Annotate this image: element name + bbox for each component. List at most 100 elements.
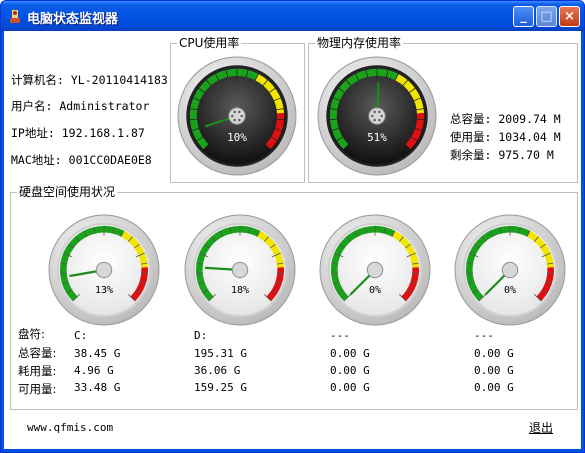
mac-value: 001CC0DAE0E8: [68, 153, 152, 167]
gauge-value-text: 18%: [231, 285, 249, 296]
gauge-value-text: 0%: [369, 285, 381, 296]
close-button[interactable]: ×: [559, 6, 580, 27]
mac-row: MAC地址: 001CC0DAE0E8: [11, 152, 152, 168]
ip-label: IP地址:: [11, 126, 55, 140]
gauge-tick: [331, 272, 338, 274]
drive-free: 33.48 G: [74, 381, 121, 394]
gauge-tick: [412, 272, 419, 274]
gauge-value-text: 13%: [95, 285, 113, 296]
cpu-gauge: 10%: [177, 56, 297, 176]
disk-gauge-c: 13%: [48, 214, 160, 326]
gauge-tick: [189, 118, 198, 121]
gauge-tick: [60, 272, 67, 274]
drive-column-c: C: 38.45 G 4.96 G 33.48 G: [74, 327, 120, 396]
close-icon: ×: [564, 9, 575, 24]
drive-letter: ---: [330, 329, 350, 342]
gauge-tick: [329, 118, 338, 121]
ip-value: 192.168.1.87: [61, 126, 145, 140]
memory-gauge: 51%: [317, 56, 437, 176]
gauge-hub-bolt: [238, 118, 241, 122]
mac-label: MAC地址:: [11, 153, 62, 167]
drive-used: 0.00 G: [474, 364, 514, 377]
user-name-row: 用户名: Administrator: [11, 98, 149, 114]
maximize-icon: □: [540, 9, 553, 24]
drive-total: 195.31 G: [194, 347, 247, 360]
memory-used-row: 使用量: 1034.04 M: [450, 129, 561, 145]
computer-name-label: 计算机名:: [11, 73, 64, 87]
window-title: 电脑状态监视器: [27, 12, 119, 27]
gauge-hub-bolt: [373, 118, 376, 122]
gauge-tick: [196, 272, 203, 274]
memory-used-label: 使用量:: [450, 130, 492, 144]
disk-gauge-3: 0%: [319, 214, 431, 326]
website-link[interactable]: www.qfmis.com: [27, 421, 113, 434]
memory-total-row: 总容量: 2009.74 M: [450, 111, 561, 127]
app-icon: [10, 10, 20, 23]
minimize-button[interactable]: _: [513, 6, 534, 27]
gauge-hub-bolt: [378, 110, 381, 114]
gauge-hub: [95, 261, 113, 279]
drive-letter: C:: [74, 329, 88, 342]
drive-free: 0.00 G: [330, 381, 370, 394]
disk-used-label: 耗用量:: [18, 364, 57, 378]
gauge-hub-bolt: [378, 118, 381, 122]
drive-free: 0.00 G: [474, 381, 514, 394]
gauge-tick: [416, 118, 425, 121]
drive-free: 159.25 G: [194, 381, 247, 394]
minimize-icon: _: [520, 9, 527, 24]
computer-name-row: 计算机名: YL-20110414183: [11, 72, 168, 88]
user-name-value: Administrator: [59, 99, 150, 113]
gauge-hub-bolt: [370, 114, 374, 118]
gauge-tick: [277, 272, 284, 274]
drive-used: 0.00 G: [330, 364, 370, 377]
cpu-group-title: CPU使用率: [177, 36, 242, 50]
memory-free-row: 剩余量: 975.70 M: [450, 147, 554, 163]
user-name-label: 用户名:: [11, 99, 53, 113]
gauge-hub: [366, 261, 384, 279]
gauge-hub-bolt: [233, 118, 236, 122]
drive-column-3: --- 0.00 G 0.00 G 0.00 G: [330, 327, 370, 396]
drive-letter: ---: [474, 329, 494, 342]
gauge-hub-bolt: [230, 114, 234, 118]
memory-free-label: 剩余量:: [450, 148, 492, 162]
drive-letter: D:: [194, 329, 208, 342]
gauge-tick: [547, 272, 554, 274]
gauge-tick: [276, 118, 285, 121]
maximize-button[interactable]: □: [536, 6, 557, 27]
title-bar[interactable]: 电脑状态监视器 _ □ ×: [1, 1, 584, 31]
gauge-tick: [466, 272, 473, 274]
exit-button[interactable]: 退出: [529, 419, 553, 436]
drive-total: 0.00 G: [474, 347, 514, 360]
gauge-value-text: 0%: [504, 285, 516, 296]
memory-total-label: 总容量:: [450, 112, 492, 126]
drive-used: 4.96 G: [74, 364, 114, 377]
drive-used: 36.06 G: [194, 364, 241, 377]
gauge-hub-bolt: [233, 110, 236, 114]
gauge-hub-bolt: [238, 110, 241, 114]
gauge-tick: [141, 272, 148, 274]
drive-column-4: --- 0.00 G 0.00 G 0.00 G: [474, 327, 514, 396]
gauge-hub: [231, 261, 249, 279]
gauge-value-text: 51%: [367, 131, 387, 144]
disk-gauge-4: 0%: [454, 214, 566, 326]
gauge-hub: [501, 261, 519, 279]
drive-total: 38.45 G: [74, 347, 121, 360]
gauge-hub-bolt: [373, 110, 376, 114]
disk-gauge-d: 18%: [184, 214, 296, 326]
drive-total: 0.00 G: [330, 347, 370, 360]
memory-free-value: 975.70 M: [498, 148, 554, 162]
gauge-value-text: 10%: [227, 131, 247, 144]
drive-letter-label: 盘符:: [18, 327, 45, 341]
computer-name-value: YL-20110414183: [70, 73, 168, 87]
drive-column-d: D: 195.31 G 36.06 G 159.25 G: [194, 327, 247, 396]
disk-group-title: 硬盘空间使用状况: [17, 185, 118, 199]
memory-total-value: 2009.74 M: [498, 112, 561, 126]
gauge-hub-bolt: [380, 114, 384, 118]
disk-total-label: 总容量:: [18, 346, 57, 360]
disk-free-label: 可用量:: [18, 382, 57, 396]
gauge-hub-bolt: [240, 114, 244, 118]
app-window: 电脑状态监视器 _ □ × 计算机名: YL-20110414183 用户名: …: [0, 0, 585, 453]
memory-used-value: 1034.04 M: [498, 130, 561, 144]
ip-row: IP地址: 192.168.1.87: [11, 125, 145, 141]
memory-group-title: 物理内存使用率: [315, 36, 404, 50]
